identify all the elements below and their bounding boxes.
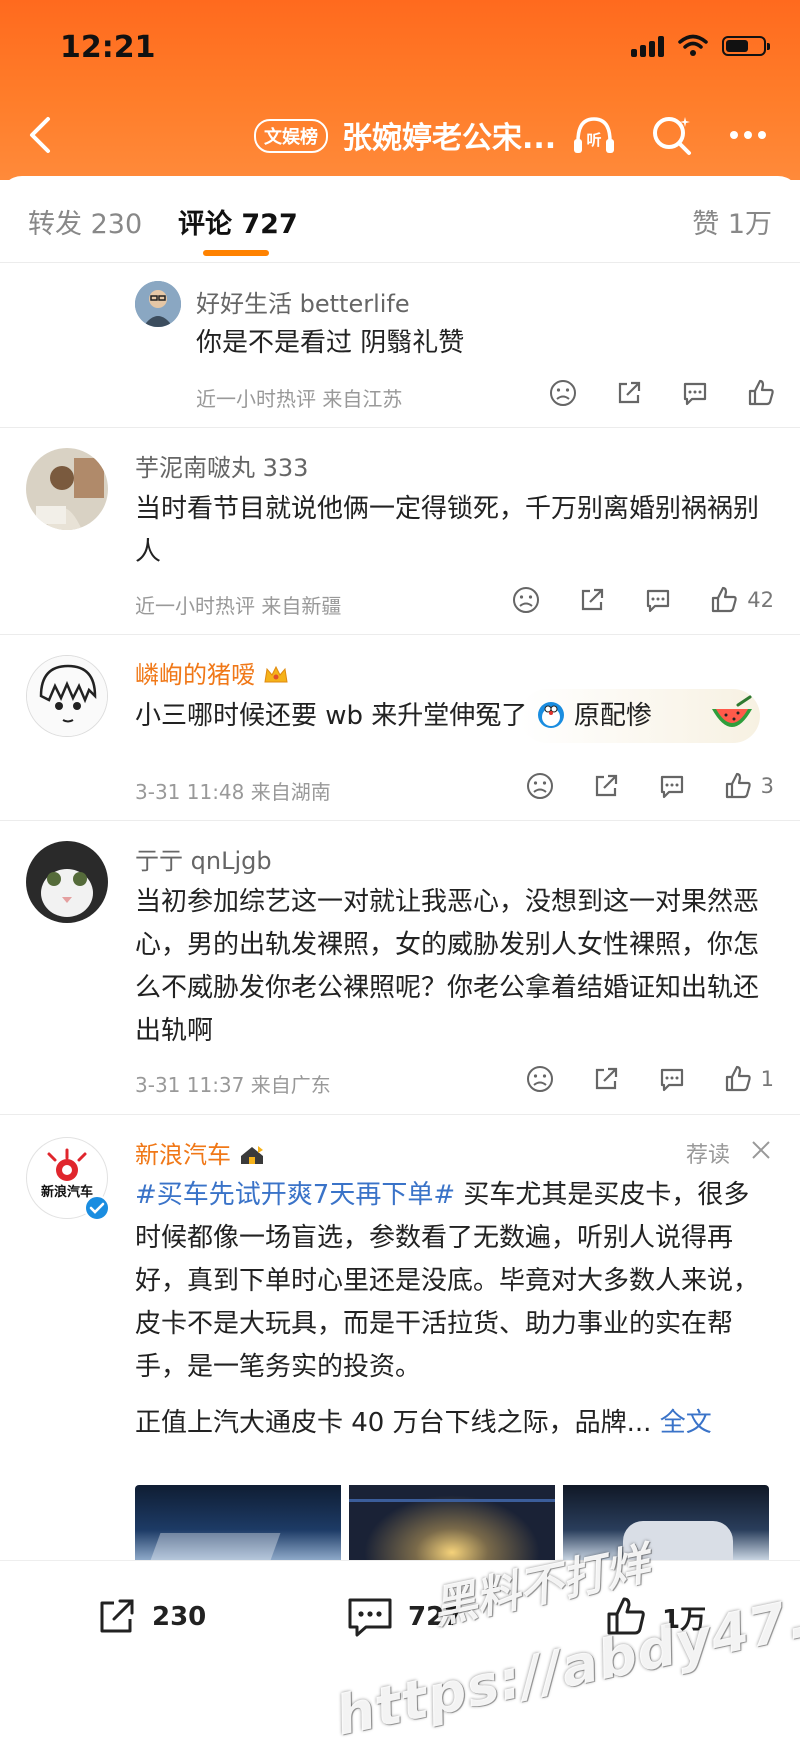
tab-indicator bbox=[203, 250, 269, 256]
doraemon-emoji-icon bbox=[537, 702, 564, 728]
post-text-body: 买车尤其是买皮卡，很多时候都像一场盲选，参数看了无数遍，听别人说得再好，真到下单… bbox=[135, 1180, 760, 1382]
dislike-icon[interactable] bbox=[548, 378, 578, 408]
username[interactable]: 芋泥南啵丸 333 bbox=[135, 448, 308, 483]
page-title[interactable]: 张婉婷老公宋... bbox=[342, 113, 556, 157]
reply-icon[interactable] bbox=[657, 771, 687, 801]
username[interactable]: 嶙峋的猪嗳 bbox=[135, 655, 289, 690]
comment-meta: 近一小时热评 来自江苏 bbox=[196, 387, 403, 411]
username[interactable]: 新浪汽车 bbox=[135, 1135, 265, 1170]
avatar[interactable] bbox=[26, 448, 108, 530]
comment-meta: 近一小时热评 来自新疆 bbox=[135, 594, 342, 618]
svg-text:听: 听 bbox=[586, 131, 601, 149]
repost-button[interactable]: 230 bbox=[94, 1595, 206, 1639]
avatar-image bbox=[26, 841, 108, 923]
comment-actions bbox=[512, 378, 776, 408]
like-icon[interactable] bbox=[723, 1064, 753, 1094]
like-count: 42 bbox=[747, 588, 774, 612]
post-image-2[interactable] bbox=[349, 1485, 555, 1560]
more-icon[interactable] bbox=[724, 111, 772, 159]
username[interactable]: 好好生活 betterlife bbox=[196, 284, 410, 319]
tab-comments[interactable]: 评论 727 bbox=[178, 202, 298, 241]
promoted-post: 新浪汽车 新浪汽车 荐读 #买车先试开爽7天再下单# 买车尤其是买皮卡，很多时候… bbox=[0, 1115, 800, 1560]
comment-meta: 3-31 11:48 来自湖南 bbox=[135, 780, 331, 804]
share-icon bbox=[100, 1599, 134, 1633]
header: 12:21 文娱榜 张婉婷老公宋... 听 bbox=[0, 0, 800, 180]
crown-icon bbox=[264, 665, 288, 683]
comment-actions: 1 bbox=[489, 1064, 774, 1094]
close-icon[interactable] bbox=[750, 1139, 772, 1161]
member-badge-icon bbox=[240, 1146, 263, 1164]
tab-bar: 转发 230 评论 727 赞 1万 bbox=[0, 176, 800, 263]
like-count: 3 bbox=[760, 774, 774, 798]
comment-actions: 3 bbox=[489, 771, 774, 801]
recommended-tag: 荐读 bbox=[685, 1143, 730, 1168]
repost-count: 230 bbox=[152, 1602, 207, 1632]
nav-bar: 文娱榜 张婉婷老公宋... 听 bbox=[0, 105, 800, 165]
like-count: 1 bbox=[760, 1067, 774, 1091]
comment-text: 你是不是看过 阴翳礼赞 bbox=[196, 328, 465, 358]
status-time: 12:21 bbox=[60, 30, 156, 65]
tab-likes[interactable]: 赞 1万 bbox=[692, 202, 772, 241]
avatar-image bbox=[27, 656, 107, 736]
like-icon[interactable] bbox=[723, 771, 753, 801]
avatar[interactable] bbox=[26, 655, 108, 737]
comment-actions: 42 bbox=[475, 585, 774, 615]
comment-meta: 3-31 11:37 来自广东 bbox=[135, 1073, 331, 1097]
comment-text-part: 小三哪时候还要 wb 来升堂伸冤了 bbox=[135, 701, 528, 731]
post-text-body-2: 正值上汽大通皮卡 40 万台下线之际，品牌... bbox=[135, 1408, 652, 1438]
like-icon[interactable] bbox=[709, 585, 739, 615]
image-highlight bbox=[149, 1533, 281, 1560]
hashtag-link[interactable]: #买车先试开爽7天再下单# bbox=[135, 1180, 455, 1210]
wifi-icon bbox=[678, 34, 708, 56]
comment-text: 当时看节目就说他俩一定得锁死，千万别离婚别祸祸别人 bbox=[135, 494, 760, 567]
dislike-icon[interactable] bbox=[525, 1064, 555, 1094]
topic-badge: 文娱榜 bbox=[254, 119, 328, 153]
post-image-1[interactable] bbox=[135, 1485, 341, 1560]
share-icon[interactable] bbox=[591, 1064, 621, 1094]
comment-item: 嶙峋的猪嗳 小三哪时候还要 wb 来升堂伸冤了 原配惨 3-31 11:48 来… bbox=[0, 635, 800, 821]
post-text: #买车先试开爽7天再下单# 买车尤其是买皮卡，很多时候都像一场盲选，参数看了无数… bbox=[135, 1174, 773, 1389]
dislike-icon[interactable] bbox=[525, 771, 555, 801]
share-icon[interactable] bbox=[614, 378, 644, 408]
post-text-continued: 正值上汽大通皮卡 40 万台下线之际，品牌... 全文 bbox=[135, 1402, 785, 1445]
avatar-image bbox=[26, 448, 108, 530]
comment-item: 亍亍 qnLjgb 当初参加综艺这一对就让我恶心，没想到这一对果然恶心，男的出轨… bbox=[0, 821, 800, 1115]
reply-icon[interactable] bbox=[643, 585, 673, 615]
avatar-image bbox=[135, 281, 181, 327]
battery-icon bbox=[722, 36, 770, 56]
share-icon[interactable] bbox=[591, 771, 621, 801]
image-stage-light bbox=[349, 1499, 555, 1502]
search-icon[interactable] bbox=[648, 111, 696, 159]
avatar[interactable] bbox=[135, 281, 181, 327]
listen-icon[interactable]: 听 bbox=[570, 111, 618, 159]
dislike-icon[interactable] bbox=[511, 585, 541, 615]
comment-text-part: 原配惨 bbox=[573, 701, 652, 731]
username-text: 嶙峋的猪嗳 bbox=[135, 661, 255, 689]
status-icons bbox=[631, 34, 770, 58]
username[interactable]: 亍亍 qnLjgb bbox=[135, 841, 272, 876]
watermelon-icon bbox=[712, 695, 752, 727]
comment-icon bbox=[348, 1598, 392, 1637]
reply-icon[interactable] bbox=[657, 1064, 687, 1094]
reply-icon[interactable] bbox=[680, 378, 710, 408]
comment-text: 小三哪时候还要 wb 来升堂伸冤了 原配惨 bbox=[135, 695, 735, 738]
tab-reposts[interactable]: 转发 230 bbox=[28, 202, 142, 241]
back-icon[interactable] bbox=[20, 113, 64, 157]
share-icon[interactable] bbox=[577, 585, 607, 615]
signal-icon bbox=[631, 35, 664, 57]
full-text-link[interactable]: 全文 bbox=[660, 1408, 712, 1438]
comment-item: 芋泥南啵丸 333 当时看节目就说他俩一定得锁死，千万别离婚别祸祸别人 近一小时… bbox=[0, 428, 800, 635]
comment-item: 好好生活 betterlife 你是不是看过 阴翳礼赞 近一小时热评 来自江苏 bbox=[0, 264, 800, 428]
avatar[interactable] bbox=[26, 841, 108, 923]
verified-badge-icon bbox=[84, 1195, 110, 1221]
comment-text: 当初参加综艺这一对就让我恶心，没想到这一对果然恶心，男的出轨发裸照，女的威胁发别… bbox=[135, 887, 760, 1046]
like-icon[interactable] bbox=[746, 378, 776, 408]
username-text: 新浪汽车 bbox=[135, 1141, 231, 1169]
